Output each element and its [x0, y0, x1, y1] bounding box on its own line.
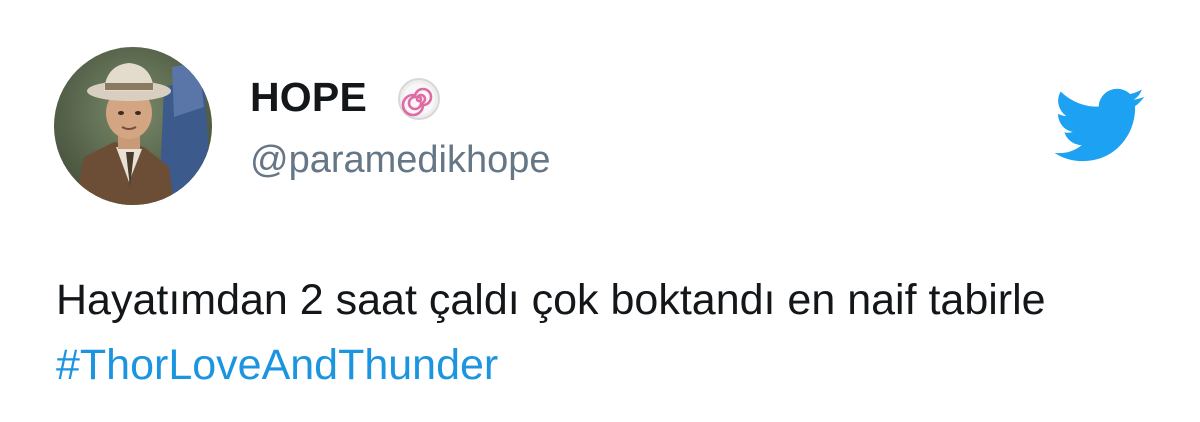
user-handle[interactable]: @paramedikhope [250, 136, 551, 184]
twitter-bird-icon[interactable] [1054, 88, 1146, 164]
tweet-body: Hayatımdan 2 saat çaldı çok boktandı en … [56, 276, 1046, 324]
hashtag-link[interactable]: #ThorLoveAndThunder [56, 341, 498, 389]
avatar[interactable] [54, 47, 212, 205]
spiral-icon [396, 76, 442, 122]
tweet-card: HOPE @paramedikhope Hayatımdan 2 saat ça… [0, 0, 1200, 422]
display-name[interactable]: HOPE [250, 72, 367, 122]
avatar-photo [54, 47, 212, 205]
tweet-text: Hayatımdan 2 saat çaldı çok boktandı en … [56, 268, 1146, 398]
